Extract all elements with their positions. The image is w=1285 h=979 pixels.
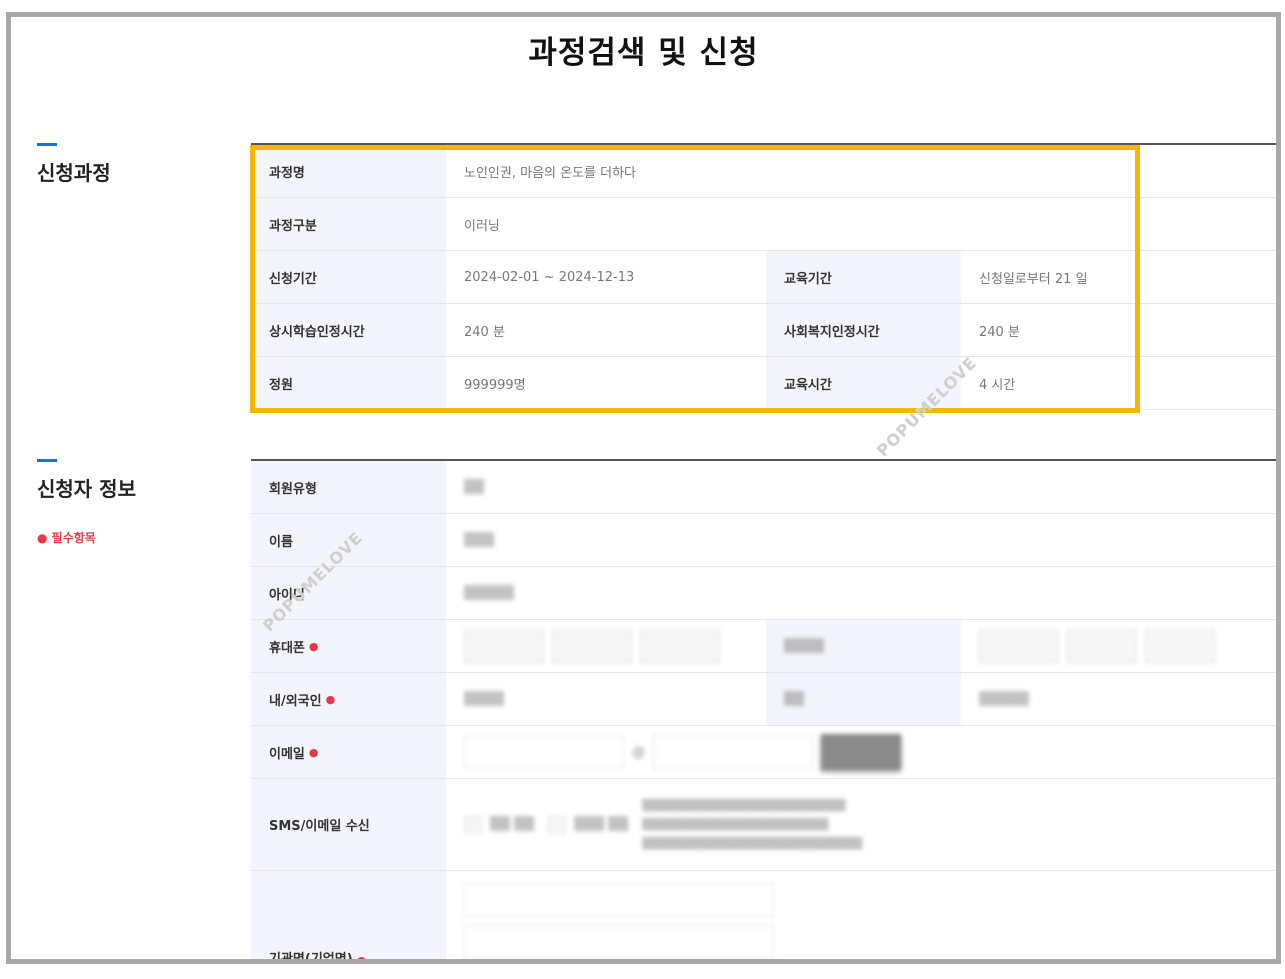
apply-period-label: 신청기간 [251, 251, 446, 303]
sms-label: SMS/이메일 수신 [251, 779, 446, 870]
nationality-value[interactable]: ▒▒▒▒ [446, 673, 766, 725]
capacity-label: 정원 [251, 357, 446, 409]
mobile-label: 휴대폰 ● [251, 620, 446, 672]
mobile-prefix-select[interactable] [464, 629, 544, 663]
gender-label: ▒▒ [766, 673, 961, 725]
edu-period-value: 신청일로부터 21 일 [979, 271, 1088, 287]
mobile-last-input[interactable] [640, 629, 720, 663]
applicant-info-table: 회원유형 ▒▒ 이름 ▒▒▒ 아이디 ▒▒▒▒▒ 휴대폰 ● ▒▒▒▒ 내/외국… [251, 459, 1276, 964]
table-row: 기관명(기업명) ● [251, 871, 1276, 964]
section-title-applicant: 신청자 정보 [37, 477, 136, 501]
table-row: 이메일 ● @ [251, 726, 1276, 779]
phone-inputs [961, 620, 1276, 672]
mobile-inputs [446, 620, 766, 672]
email-label: 이메일 ● [251, 726, 446, 778]
page-frame: 과정검색 및 신청 신청과정 과정명 노인인권, 마음의 온도를 더하다 과정구… [6, 12, 1281, 964]
course-type-value: 이러닝 [464, 218, 500, 234]
mobile-middle-input[interactable] [552, 629, 632, 663]
email-check-button[interactable] [821, 734, 901, 770]
required-dot-icon: ● [325, 692, 336, 706]
required-dot-icon: ● [308, 745, 319, 759]
email-id-input[interactable] [464, 735, 624, 769]
phone-label: ▒▒▒▒ [766, 620, 961, 672]
phone-last-input[interactable] [1145, 629, 1215, 663]
section-accent-bar [37, 143, 57, 146]
sms-notice-text: ▒▒▒▒▒▒▒▒▒▒▒▒▒▒▒▒▒▒▒▒▒▒▒▒ ▒▒▒▒▒▒▒▒▒▒▒▒▒▒▒▒… [642, 799, 863, 850]
phone-prefix-select[interactable] [979, 629, 1059, 663]
table-row: 정원 999999명 교육시간 4 시간 [251, 357, 1276, 410]
social-welfare-label: 사회복지인정시간 [766, 304, 961, 356]
course-type-label: 과정구분 [251, 198, 446, 250]
table-row: 휴대폰 ● ▒▒▒▒ [251, 620, 1276, 673]
nationality-label: 내/외국인 ● [251, 673, 446, 725]
org-inputs [446, 871, 1276, 959]
table-row: 상시학습인정시간 240 분 사회복지인정시간 240 분 [251, 304, 1276, 357]
name-value: ▒▒▒ [464, 532, 494, 548]
email-inputs: @ [446, 726, 1276, 778]
table-row: 회원유형 ▒▒ [251, 461, 1276, 514]
edu-hours-value: 4 시간 [979, 377, 1016, 393]
org-type-select[interactable] [464, 883, 774, 917]
sms-option-label: ▒▒ ▒▒ [490, 817, 535, 832]
table-row: 과정명 노인인권, 마음의 온도를 더하다 [251, 145, 1276, 198]
course-name-label: 과정명 [251, 145, 446, 197]
required-dot-icon: ● [308, 639, 319, 653]
capacity-value: 999999명 [464, 377, 526, 393]
phone-middle-input[interactable] [1067, 629, 1137, 663]
org-label: 기관명(기업명) ● [251, 871, 446, 964]
regular-learning-value: 240 분 [464, 324, 505, 340]
required-note: ● 필수항목 [37, 531, 96, 545]
gender-value[interactable]: ▒▒▒▒▒ [961, 673, 1276, 725]
edu-period-label: 교육기간 [766, 251, 961, 303]
table-row: 이름 ▒▒▒ [251, 514, 1276, 567]
regular-learning-label: 상시학습인정시간 [251, 304, 446, 356]
required-dot-icon: ● [356, 954, 367, 964]
email-option-label: ▒▒▒ ▒▒ [574, 817, 629, 832]
page-title: 과정검색 및 신청 [528, 35, 759, 71]
table-row: 신청기간 2024-02-01 ~ 2024-12-13 교육기간 신청일로부터… [251, 251, 1276, 304]
section-title-course: 신청과정 [37, 161, 111, 185]
sms-checkbox[interactable] [464, 815, 482, 834]
org-name-input[interactable] [464, 925, 774, 959]
section-accent-bar [37, 459, 57, 462]
at-sign: @ [632, 744, 645, 760]
table-row: 내/외국인 ● ▒▒▒▒ ▒▒ ▒▒▒▒▒ [251, 673, 1276, 726]
table-row: 과정구분 이러닝 [251, 198, 1276, 251]
id-value: ▒▒▒▒▒ [464, 585, 514, 601]
table-row: SMS/이메일 수신 ▒▒ ▒▒ ▒▒▒ ▒▒ ▒▒▒▒▒▒▒▒▒▒▒▒▒▒▒▒… [251, 779, 1276, 871]
social-welfare-value: 240 분 [979, 324, 1020, 340]
course-name-value: 노인인권, 마음의 온도를 더하다 [464, 165, 637, 181]
course-info-table: 과정명 노인인권, 마음의 온도를 더하다 과정구분 이러닝 신청기간 2024… [251, 143, 1276, 410]
apply-period-value: 2024-02-01 ~ 2024-12-13 [464, 269, 635, 285]
table-row: 아이디 ▒▒▒▒▒ [251, 567, 1276, 620]
member-type-value: ▒▒ [464, 479, 484, 495]
email-domain-input[interactable] [653, 735, 813, 769]
member-type-label: 회원유형 [251, 461, 446, 513]
email-checkbox[interactable] [548, 815, 567, 834]
sms-options: ▒▒ ▒▒ ▒▒▒ ▒▒ ▒▒▒▒▒▒▒▒▒▒▒▒▒▒▒▒▒▒▒▒▒▒▒▒ ▒▒▒… [446, 779, 1276, 870]
